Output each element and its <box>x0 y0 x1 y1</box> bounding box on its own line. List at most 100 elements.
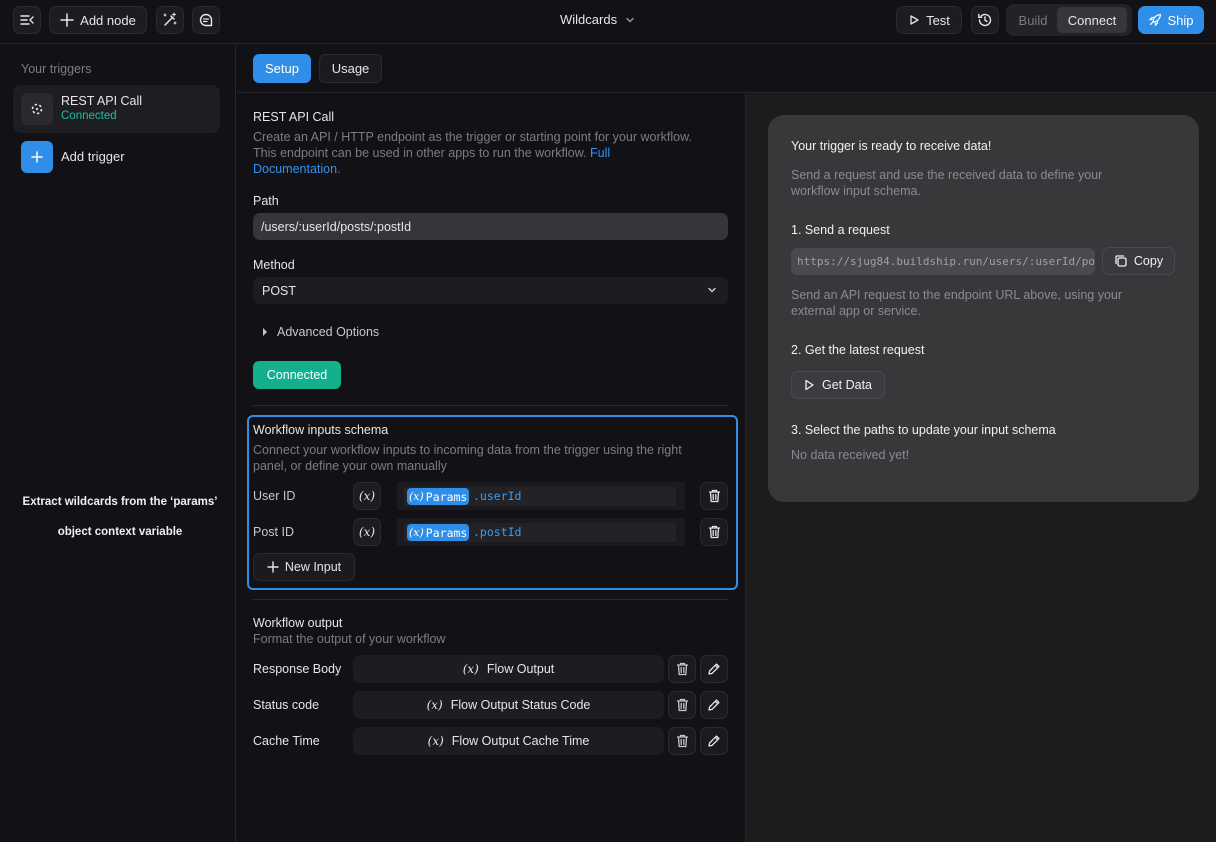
new-input-button[interactable]: New Input <box>253 553 355 581</box>
output-name: Cache Time <box>253 734 320 748</box>
pencil-icon <box>708 735 720 747</box>
step2-title: 2. Get the latest request <box>791 343 925 357</box>
endpoint-url-field[interactable]: https://sjug84.buildship.run/users/:user… <box>791 248 1095 275</box>
output-name: Response Body <box>253 662 342 676</box>
description-line: Send an API request to the endpoint URL … <box>791 288 1123 302</box>
mode-switcher: Build Connect <box>1006 4 1132 36</box>
chip-label: Params <box>425 489 468 504</box>
output-value-field[interactable]: (x) Flow Output Cache Time <box>353 727 664 755</box>
trash-icon <box>676 734 688 748</box>
chat-button[interactable] <box>192 6 220 34</box>
ai-magic-button[interactable] <box>156 6 184 34</box>
output-value-field[interactable]: (x) Flow Output Status Code <box>353 691 664 719</box>
step3-title: 3. Select the paths to update your input… <box>791 423 1056 437</box>
test-data-panel: Your trigger is ready to receive data! S… <box>745 94 1216 842</box>
variable-icon: (x) <box>426 698 443 712</box>
triggers-sidebar: Your triggers REST API Call Connected Ad… <box>0 45 236 842</box>
workflow-title-dropdown[interactable]: Wildcards <box>560 12 635 27</box>
card-description: Send a request and use the received data… <box>791 167 1171 199</box>
tab-usage[interactable]: Usage <box>319 54 382 83</box>
delete-input-button[interactable] <box>700 482 728 510</box>
trigger-setup-form: REST API Call Create an API / HTTP endpo… <box>237 94 744 842</box>
new-input-label: New Input <box>284 560 342 574</box>
test-label: Test <box>926 12 950 28</box>
pencil-icon <box>708 699 720 711</box>
delete-output-button[interactable] <box>668 655 696 683</box>
description-line: external app or service. <box>791 304 921 318</box>
step1-title: 1. Send a request <box>791 223 890 237</box>
plus-icon <box>21 141 53 173</box>
output-value: Flow Output <box>486 662 555 676</box>
expression-input[interactable]: (x) Params .postId <box>397 518 685 546</box>
play-icon <box>910 15 919 25</box>
delete-output-button[interactable] <box>668 691 696 719</box>
property-path: .userId <box>473 489 522 503</box>
magic-wand-icon <box>163 12 177 26</box>
output-row: Status code (x) Flow Output Status Code <box>253 691 728 719</box>
plus-icon <box>267 561 279 573</box>
description-line: panel, or define your own manually <box>253 459 447 473</box>
connected-button[interactable]: Connected <box>253 361 341 389</box>
copy-url-button[interactable]: Copy <box>1102 247 1175 275</box>
input-name: Post ID <box>253 525 294 539</box>
no-data-message: No data received yet! <box>791 448 910 462</box>
output-value-field[interactable]: (x) Flow Output <box>353 655 664 683</box>
history-button[interactable] <box>971 6 999 34</box>
description-line: workflow input schema. <box>791 184 921 198</box>
rocket-icon <box>1149 13 1162 27</box>
variable-picker-button[interactable]: (x) <box>353 482 381 510</box>
path-input[interactable]: /users/:userId/posts/:postId <box>253 213 728 240</box>
workflow-title: Wildcards <box>560 12 618 27</box>
description-line: This endpoint can be used in other apps … <box>253 146 587 160</box>
pencil-icon <box>708 663 720 675</box>
delete-input-button[interactable] <box>700 518 728 546</box>
documentation-link[interactable]: Full <box>590 146 610 160</box>
api-endpoint-icon <box>21 93 53 125</box>
add-node-label: Add node <box>80 12 136 28</box>
test-button[interactable]: Test <box>896 6 962 34</box>
section-title: REST API Call <box>253 110 335 124</box>
mode-connect-tab[interactable]: Connect <box>1057 7 1127 33</box>
property-path: .postId <box>473 525 522 539</box>
copy-icon <box>1115 255 1127 267</box>
annotation-line: object context variable <box>57 526 183 538</box>
description-line: Send a request and use the received data… <box>791 168 1103 182</box>
output-value: Flow Output Cache Time <box>451 734 590 748</box>
add-trigger-button[interactable]: Add trigger <box>21 141 221 173</box>
trigger-name: REST API Call <box>61 94 143 108</box>
play-icon <box>805 379 814 391</box>
add-node-button[interactable]: Add node <box>49 6 147 34</box>
params-variable-chip[interactable]: (x) Params <box>407 524 470 541</box>
advanced-options-toggle[interactable]: Advanced Options <box>261 325 379 339</box>
chip-label: Params <box>425 525 468 540</box>
expression-input[interactable]: (x) Params .userId <box>397 482 685 510</box>
documentation-link[interactable]: Documentation <box>253 162 337 176</box>
trash-icon <box>676 698 688 712</box>
mode-build-tab[interactable]: Build <box>1009 7 1057 33</box>
trigger-item-rest-api[interactable]: REST API Call Connected <box>13 85 220 133</box>
method-select[interactable]: POST <box>253 277 728 304</box>
output-row: Response Body (x) Flow Output <box>253 655 728 683</box>
ship-button[interactable]: Ship <box>1138 6 1204 34</box>
edit-output-button[interactable] <box>700 727 728 755</box>
sidebar-toggle-button[interactable] <box>13 6 41 34</box>
path-label: Path <box>253 194 279 208</box>
description-line: Create an API / HTTP endpoint as the tri… <box>253 130 692 144</box>
divider <box>253 405 728 406</box>
sidebar-collapse-icon <box>20 15 34 25</box>
input-row: Post ID (x) (x) Params .postId <box>253 518 728 546</box>
edit-output-button[interactable] <box>700 691 728 719</box>
variable-icon: (x) <box>462 662 479 676</box>
edit-output-button[interactable] <box>700 655 728 683</box>
trash-icon <box>708 489 720 503</box>
trash-icon <box>676 662 688 676</box>
history-icon <box>978 13 992 27</box>
get-data-button[interactable]: Get Data <box>791 371 885 399</box>
method-value: POST <box>262 283 297 298</box>
plus-icon <box>60 13 74 27</box>
delete-output-button[interactable] <box>668 727 696 755</box>
variable-picker-button[interactable]: (x) <box>353 518 381 546</box>
tab-setup[interactable]: Setup <box>253 54 311 83</box>
params-variable-chip[interactable]: (x) Params <box>407 488 470 505</box>
variable-icon: (x) <box>409 526 424 539</box>
